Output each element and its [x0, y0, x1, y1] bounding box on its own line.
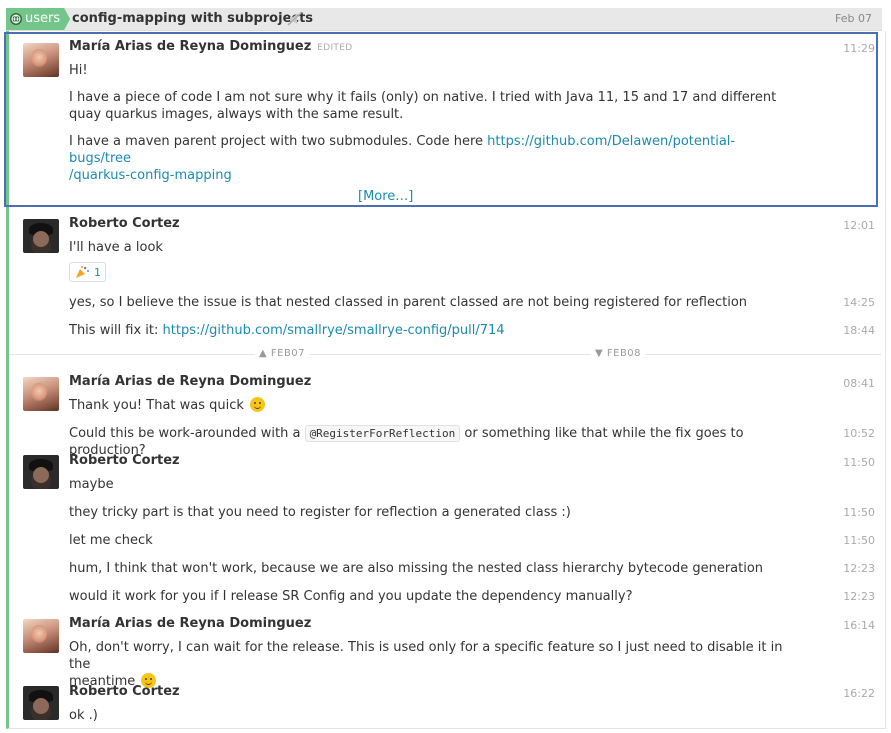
message-text: yes, so I believe the issue is that nest… — [69, 295, 748, 310]
edited-label: EDITED — [317, 43, 353, 53]
message-author[interactable]: Roberto Cortez — [69, 684, 180, 699]
message-text: Hi! — [69, 63, 88, 78]
message-text: Oh, don't worry, I can wait for the rele… — [69, 640, 783, 689]
room-tag[interactable]: users — [6, 8, 70, 30]
message-author[interactable]: María Arias de Reyna Dominguez — [69, 374, 311, 389]
room-name: users — [25, 11, 61, 26]
thread-title: config-mapping with subprojects — [72, 11, 314, 26]
message-time[interactable]: 12:23 — [843, 562, 875, 575]
message-time[interactable]: 16:22 — [843, 687, 875, 700]
message-text: This will fix it: https://github.com/sma… — [69, 323, 505, 338]
day-divider-prev[interactable]: ▲ FEB07 — [255, 348, 310, 359]
message-author[interactable]: Roberto Cortez — [69, 216, 180, 231]
thread-date: Feb 07 — [835, 12, 872, 25]
avatar[interactable] — [23, 455, 59, 489]
reaction-badge[interactable]: 1 — [69, 262, 106, 282]
message-text: would it work for you if I release SR Co… — [69, 589, 633, 604]
message-author[interactable]: Roberto Cortez — [69, 453, 180, 468]
message-time[interactable]: 11:50 — [843, 456, 875, 469]
message-time[interactable]: 11:29 — [843, 42, 875, 55]
message-link-continued[interactable]: /quarkus-config-mapping — [69, 168, 232, 183]
day-divider-next[interactable]: ▼ FEB08 — [591, 348, 646, 359]
message-author[interactable]: María Arias de Reyna Dominguez — [69, 616, 311, 631]
message-time[interactable]: 10:52 — [843, 427, 875, 440]
message-author[interactable]: María Arias de Reyna Dominguez EDITED — [69, 39, 352, 54]
message-time[interactable]: 11:50 — [843, 506, 875, 519]
thread-header: users config-mapping with subprojects Fe… — [6, 8, 882, 31]
message-text: I have a maven parent project with two s… — [69, 134, 736, 183]
avatar[interactable] — [23, 219, 59, 253]
thread-body: María Arias de Reyna Dominguez EDITED 11:… — [6, 31, 886, 729]
message-text: maybe — [69, 477, 114, 492]
smile-emoji-icon — [250, 397, 266, 412]
inline-code: @RegisterForReflection — [304, 425, 461, 442]
mute-icon[interactable] — [287, 12, 303, 26]
avatar[interactable] — [23, 43, 59, 77]
globe-icon — [10, 13, 22, 25]
message-time[interactable]: 16:14 — [843, 619, 875, 632]
avatar[interactable] — [23, 686, 59, 720]
reaction-count: 1 — [94, 265, 101, 279]
message-text: they tricky part is that you need to reg… — [69, 505, 571, 520]
avatar[interactable] — [23, 619, 59, 653]
avatar[interactable] — [23, 377, 59, 411]
day-divider — [9, 354, 881, 355]
message-time[interactable]: 08:41 — [843, 377, 875, 390]
message-time[interactable]: 12:23 — [843, 590, 875, 603]
message-text: Thank you! That was quick — [69, 397, 789, 414]
party-popper-icon — [76, 266, 89, 278]
message-text: I'll have a look — [69, 240, 163, 255]
message-text: let me check — [69, 533, 153, 548]
more-link[interactable]: [More…] — [358, 189, 413, 204]
message-time[interactable]: 14:25 — [843, 296, 875, 309]
message-text: I have a piece of code I am not sure why… — [69, 90, 777, 122]
message-time[interactable]: 12:01 — [843, 219, 875, 232]
message-text: ok .) — [69, 708, 98, 723]
message-time[interactable]: 11:50 — [843, 534, 875, 547]
message-link[interactable]: https://github.com/smallrye/smallrye-con… — [163, 323, 505, 338]
message-time[interactable]: 18:44 — [843, 324, 875, 337]
message-text: hum, I think that won't work, because we… — [69, 561, 764, 576]
